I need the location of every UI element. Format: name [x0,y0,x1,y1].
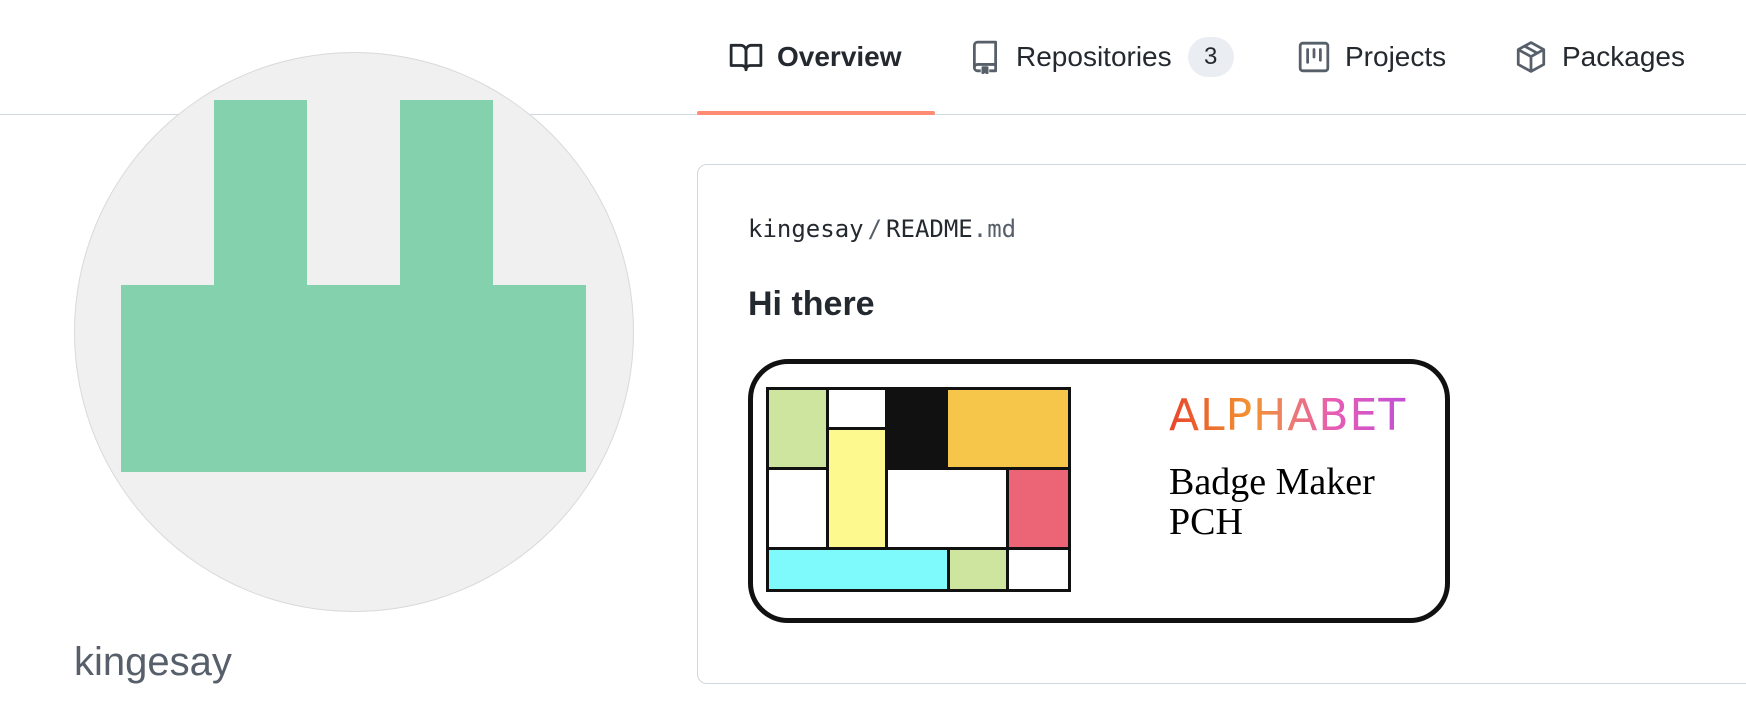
tab-overview-label: Overview [777,41,902,72]
repo-icon [968,40,1002,74]
readme-card: kingesay / README.md Hi there ALPHABET B… [697,164,1746,684]
badge-title: Badge Maker PCH [1169,462,1375,542]
readme-path: kingesay / README.md [748,215,1016,243]
readme-file-ext: .md [972,215,1017,243]
book-icon [729,40,763,74]
tab-projects-label: Projects [1345,41,1447,72]
badge-brand-text: ALPHABET [1169,390,1407,441]
mondrian-logo [766,387,1071,592]
tab-packages-label: Packages [1562,41,1685,72]
tab-projects[interactable]: Projects [1297,0,1446,114]
repositories-count-badge: 3 [1187,37,1234,77]
readme-file-base: README [886,215,973,243]
tab-overview[interactable]: Overview [697,0,935,115]
avatar[interactable] [74,52,634,612]
badge-image[interactable]: ALPHABET Badge Maker PCH [748,359,1450,623]
mondrian-graphic [766,387,1071,592]
readme-owner-link[interactable]: kingesay [748,215,864,243]
tab-repositories[interactable]: Repositories 3 [968,0,1234,114]
path-separator: / [867,215,883,243]
tab-packages[interactable]: Packages [1514,0,1685,114]
tab-repositories-label: Repositories [1016,41,1172,72]
profile-username: kingesay [74,640,232,684]
readme-heading: Hi there [748,285,875,323]
badge-title-line2: PCH [1169,501,1243,543]
package-icon [1514,40,1548,74]
badge-title-line1: Badge Maker [1169,461,1375,503]
project-icon [1297,40,1331,74]
readme-file-link[interactable]: README.md [886,215,1016,243]
avatar-identicon [121,100,586,472]
